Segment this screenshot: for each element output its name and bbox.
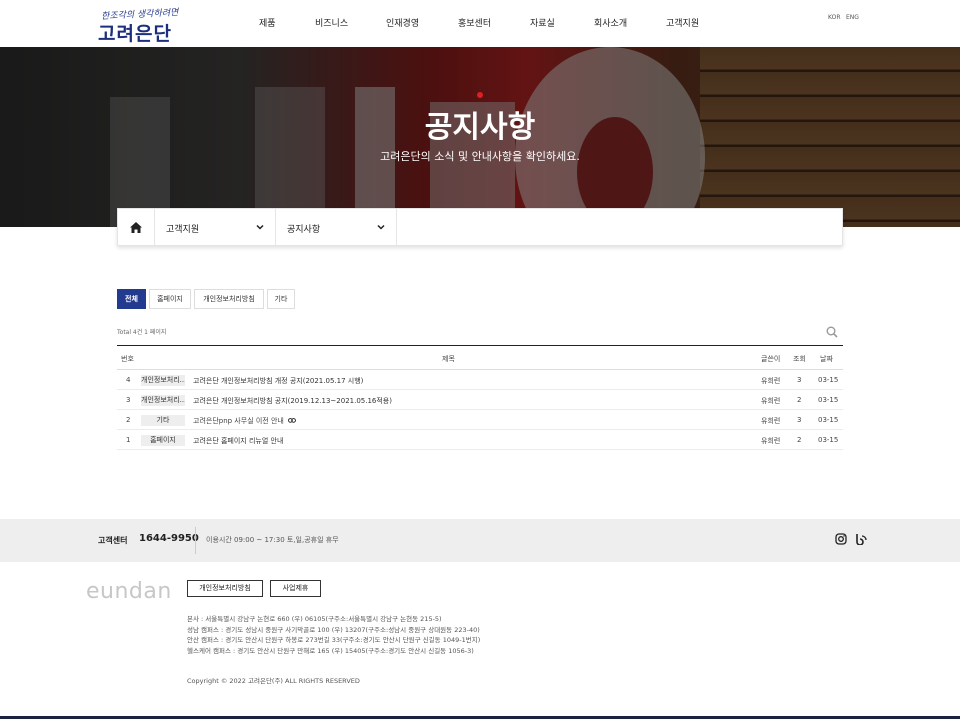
home-button[interactable] xyxy=(118,209,155,246)
privacy-policy-button[interactable]: 개인정보처리방침 xyxy=(187,580,263,597)
address-seongnam: 성남 캠퍼스 : 경기도 성남시 중원구 사기막골로 100 (우) 13207… xyxy=(187,625,480,634)
row-category[interactable]: 개인정보처리... xyxy=(141,395,185,406)
row-views: 2 xyxy=(797,396,802,404)
board-header: 번호 제목 글쓴이 조회 날짜 xyxy=(117,345,843,370)
lang-kor[interactable]: KOR xyxy=(828,14,841,21)
tab-etc[interactable]: 기타 xyxy=(267,289,295,309)
nav-item-company[interactable]: 회사소개 xyxy=(594,16,627,29)
page-subtitle: 고려은단의 소식 및 안내사항을 확인하세요. xyxy=(380,150,580,163)
col-date: 날짜 xyxy=(820,355,833,363)
tab-homepage[interactable]: 홈페이지 xyxy=(149,289,191,309)
divider xyxy=(195,527,196,554)
blog-icon[interactable] xyxy=(855,533,867,545)
search-icon[interactable] xyxy=(826,326,838,338)
row-author: 유희련 xyxy=(761,377,781,385)
row-no: 4 xyxy=(126,376,131,384)
address-healthcare: 헬스케어 캠퍼스 : 경기도 안산시 단원구 만해로 165 (우) 15405… xyxy=(187,646,474,655)
row-no: 1 xyxy=(126,436,131,444)
chevron-down-icon xyxy=(256,224,264,230)
lang-eng[interactable]: ENG xyxy=(846,14,859,21)
col-author: 글쓴이 xyxy=(761,355,781,363)
row-category[interactable]: 기타 xyxy=(141,415,185,426)
total-count: Total 4건 1 페이지 xyxy=(117,329,167,336)
nav-item-hr[interactable]: 인재경영 xyxy=(386,16,419,29)
location-depth1-label: 고객지원 xyxy=(166,225,200,235)
main-nav: 제품 비즈니스 인재경영 홍보센터 자료실 회사소개 고객지원 xyxy=(0,16,960,30)
nav-item-resources[interactable]: 자료실 xyxy=(530,16,555,29)
address-ansan: 안산 캠퍼스 : 경기도 안산시 단원구 하봉로 273번길 33(구주소:경기… xyxy=(187,636,481,644)
row-title[interactable]: 고려은단 홈페이지 리뉴얼 안내 xyxy=(193,436,283,446)
row-author: 유희련 xyxy=(761,417,781,425)
table-row[interactable]: 4 개인정보처리... 고려은단 개인정보처리방침 개정 공지(2021.05.… xyxy=(117,370,843,390)
row-title[interactable]: 고려은단pnp 사무실 이전 안내 xyxy=(193,417,284,425)
nav-item-products[interactable]: 제품 xyxy=(259,16,276,29)
partnership-button[interactable]: 사업제휴 xyxy=(270,580,321,597)
chevron-down-icon xyxy=(377,224,385,230)
home-icon xyxy=(130,222,142,233)
customer-center-tel[interactable]: 1644-9950 xyxy=(139,533,199,544)
footer-address: 본사 : 서울특별시 강남구 논현로 660 (우) 06105(구주소:서울특… xyxy=(187,614,480,656)
instagram-icon[interactable] xyxy=(835,533,847,545)
table-row[interactable]: 1 홈페이지 고려은단 홈페이지 리뉴얼 안내 유희련 2 03-15 xyxy=(117,430,843,450)
row-title-wrap[interactable]: 고려은단pnp 사무실 이전 안내 xyxy=(193,416,296,426)
row-date: 03-15 xyxy=(818,436,839,444)
nav-item-support[interactable]: 고객지원 xyxy=(666,16,699,29)
business-hours: 이용시간 09:00 ~ 17:30 토,일,공휴일 휴무 xyxy=(206,536,339,544)
row-title[interactable]: 고려은단 개인정보처리방침 개정 공지(2021.05.17 시행) xyxy=(193,376,363,386)
row-author: 유희련 xyxy=(761,397,781,405)
location-depth2-dropdown[interactable]: 공지사항 xyxy=(276,209,397,246)
row-date: 03-15 xyxy=(818,376,839,384)
nav-item-business[interactable]: 비즈니스 xyxy=(315,16,348,29)
row-no: 3 xyxy=(126,396,131,404)
customer-center-bar: 고객센터 1644-9950 이용시간 09:00 ~ 17:30 토,일,공휴… xyxy=(0,519,960,562)
customer-center-label: 고객센터 xyxy=(98,536,128,545)
footer-logo: eundan xyxy=(86,579,172,604)
tab-all[interactable]: 전체 xyxy=(117,289,146,309)
row-no: 2 xyxy=(126,416,131,424)
row-author: 유희련 xyxy=(761,437,781,445)
row-views: 3 xyxy=(797,376,802,384)
table-row[interactable]: 3 개인정보처리... 고려은단 개인정보처리방침 공지(2019.12.13~… xyxy=(117,390,843,410)
copyright: Copyright © 2022 고려은단(주) ALL RIGHTS RESE… xyxy=(187,677,360,685)
location-depth2-label: 공지사항 xyxy=(287,225,321,235)
location-depth1-dropdown[interactable]: 고객지원 xyxy=(155,209,276,246)
col-title: 제목 xyxy=(442,355,455,363)
hero-banner: 공지사항 고려은단의 소식 및 안내사항을 확인하세요. xyxy=(0,47,960,227)
link-icon xyxy=(287,418,296,423)
col-views: 조회 xyxy=(793,355,806,363)
tab-privacy-policy[interactable]: 개인정보처리방침 xyxy=(194,289,264,309)
location-bar: 고객지원 공지사항 xyxy=(117,208,843,246)
page-title: 공지사항 xyxy=(424,110,536,145)
hero-accent-dot xyxy=(477,92,483,98)
row-date: 03-15 xyxy=(818,396,839,404)
address-hq: 본사 : 서울특별시 강남구 논현로 660 (우) 06105(구주소:서울특… xyxy=(187,615,442,623)
site-header: 한조각의 생각하려면 고려은단 제품 비즈니스 인재경영 홍보센터 자료실 회사… xyxy=(0,0,960,47)
notice-board: 번호 제목 글쓴이 조회 날짜 4 개인정보처리... 고려은단 개인정보처리방… xyxy=(117,345,843,450)
row-category[interactable]: 개인정보처리... xyxy=(141,375,185,386)
nav-item-pr[interactable]: 홍보센터 xyxy=(458,16,491,29)
site-footer: eundan 개인정보처리방침 사업제휴 본사 : 서울특별시 강남구 논현로 … xyxy=(0,562,960,719)
row-date: 03-15 xyxy=(818,416,839,424)
row-title[interactable]: 고려은단 개인정보처리방침 공지(2019.12.13~2021.05.16적용… xyxy=(193,396,392,406)
row-views: 2 xyxy=(797,436,802,444)
table-row[interactable]: 2 기타 고려은단pnp 사무실 이전 안내 유희련 3 03-15 xyxy=(117,410,843,430)
row-views: 3 xyxy=(797,416,802,424)
col-no: 번호 xyxy=(121,355,134,363)
row-category[interactable]: 홈페이지 xyxy=(141,435,185,446)
